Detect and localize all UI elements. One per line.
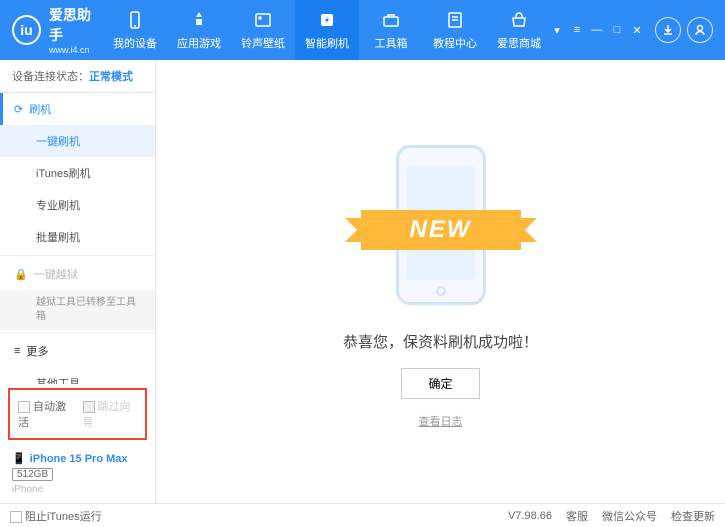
nav-ringtones-wallpapers[interactable]: 铃声壁纸 — [231, 0, 295, 60]
sidebar-group-flash[interactable]: ⟳ 刷机 — [0, 93, 155, 125]
list-icon[interactable]: ≡ — [571, 24, 583, 36]
app-logo: iu 爱思助手 www.i4.cn — [12, 5, 103, 55]
phone-illustration: NEW — [351, 135, 531, 315]
ok-button[interactable]: 确定 — [401, 368, 479, 399]
app-url: www.i4.cn — [49, 45, 103, 55]
toolbox-icon — [380, 9, 402, 31]
nav-my-device[interactable]: 我的设备 — [103, 0, 167, 60]
sidebar-group-more[interactable]: ≡ 更多 — [0, 335, 155, 367]
user-button[interactable] — [687, 17, 713, 43]
minimize-icon[interactable]: — — [591, 24, 603, 36]
content-area: NEW 恭喜您，保资料刷机成功啦！ 确定 查看日志 — [155, 60, 725, 503]
store-icon — [508, 9, 530, 31]
nav-smart-flash[interactable]: 智能刷机 — [295, 0, 359, 60]
logo-icon: iu — [12, 15, 41, 45]
device-icon: 📱 — [12, 452, 26, 465]
checkbox-block-itunes[interactable]: 阻止iTunes运行 — [10, 508, 102, 524]
sidebar-item-batch-flash[interactable]: 批量刷机 — [0, 221, 155, 253]
apps-icon — [188, 9, 210, 31]
device-type: iPhone — [12, 484, 143, 495]
book-icon — [444, 9, 466, 31]
menu-icon[interactable]: ▾ — [551, 24, 563, 36]
jailbreak-note: 越狱工具已转移至工具箱 — [0, 290, 155, 330]
nav-tutorials[interactable]: 教程中心 — [423, 0, 487, 60]
cycle-icon: ⟳ — [14, 103, 23, 116]
device-status: 设备连接状态：正常模式 — [0, 60, 155, 93]
menu-lines-icon: ≡ — [14, 345, 20, 357]
storage-badge: 512GB — [12, 468, 53, 481]
main-nav: 我的设备 应用游戏 铃声壁纸 智能刷机 工具箱 教程中心 爱思商城 — [103, 0, 551, 60]
image-icon — [252, 9, 274, 31]
maximize-icon[interactable]: □ — [611, 24, 623, 36]
check-update-link[interactable]: 检查更新 — [671, 508, 715, 524]
close-icon[interactable]: ✕ — [631, 24, 643, 36]
sidebar-item-other-tools[interactable]: 其他工具 — [0, 367, 155, 384]
app-name: 爱思助手 — [49, 5, 103, 45]
sidebar-item-pro-flash[interactable]: 专业刷机 — [0, 189, 155, 221]
phone-icon — [124, 9, 146, 31]
sidebar-item-oneclick-flash[interactable]: 一键刷机 — [0, 125, 155, 157]
nav-apps-games[interactable]: 应用游戏 — [167, 0, 231, 60]
device-name[interactable]: 📱 iPhone 15 Pro Max — [12, 452, 143, 465]
download-button[interactable] — [655, 17, 681, 43]
checkbox-skip-setup: 跳过向导 — [83, 398, 138, 430]
device-info: 📱 iPhone 15 Pro Max 512GB iPhone — [0, 444, 155, 503]
flash-icon — [316, 9, 338, 31]
lock-icon: 🔒 — [14, 268, 28, 281]
success-message: 恭喜您，保资料刷机成功啦！ — [343, 331, 538, 352]
new-banner: NEW — [361, 210, 521, 250]
view-log-link[interactable]: 查看日志 — [419, 413, 463, 429]
nav-store[interactable]: 爱思商城 — [487, 0, 551, 60]
checkbox-auto-activate[interactable]: 自动激活 — [18, 398, 73, 430]
sidebar: ⟳ 刷机 一键刷机 iTunes刷机 专业刷机 批量刷机 🔒 一键越狱 越狱工具… — [0, 93, 155, 384]
support-link[interactable]: 客服 — [566, 508, 588, 524]
options-box: 自动激活 跳过向导 — [8, 388, 147, 440]
footer: 阻止iTunes运行 V7.98.66 客服 微信公众号 检查更新 — [0, 503, 725, 527]
sidebar-item-itunes-flash[interactable]: iTunes刷机 — [0, 157, 155, 189]
sidebar-group-jailbreak: 🔒 一键越狱 — [0, 258, 155, 290]
nav-toolbox[interactable]: 工具箱 — [359, 0, 423, 60]
wechat-link[interactable]: 微信公众号 — [602, 508, 657, 524]
version-label: V7.98.66 — [508, 510, 552, 522]
